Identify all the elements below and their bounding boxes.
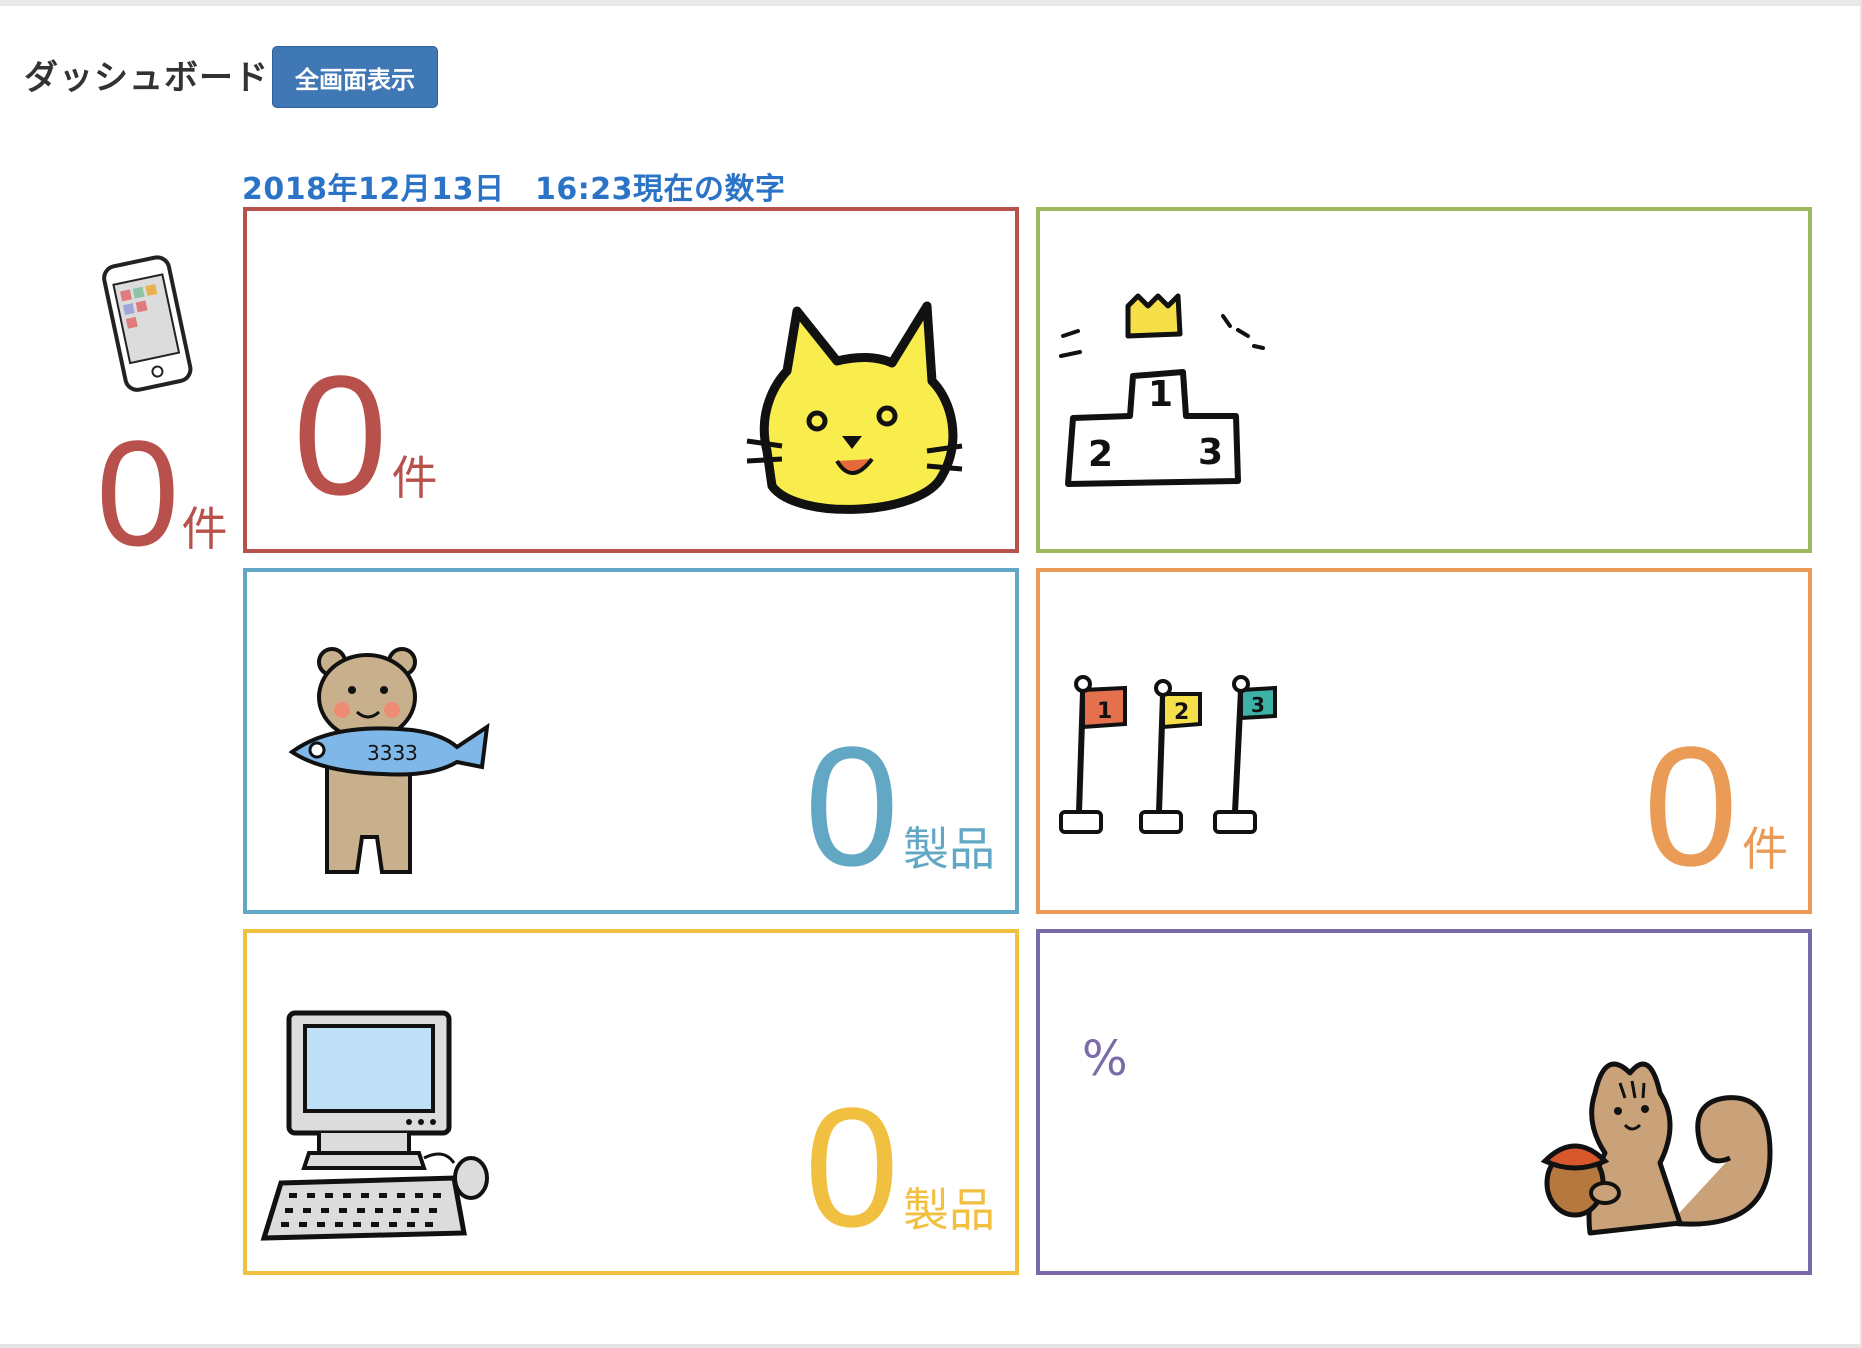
metric-3-unit: 製品: [903, 822, 995, 876]
side-metric-unit: 件: [181, 502, 228, 556]
side-metric-value: 0: [96, 409, 180, 577]
metric-4-unit: 件: [1742, 822, 1788, 876]
desktop-computer-icon: [260, 1010, 489, 1241]
svg-text:2: 2: [1174, 700, 1189, 725]
window-bottom-border: [0, 1344, 1862, 1348]
metric-1-value: 0: [293, 341, 388, 531]
metric-4-value: 0: [1643, 712, 1738, 902]
metric-1: 0件: [293, 351, 438, 521]
metric-1-unit: 件: [391, 451, 438, 505]
ranking-flags-icon: 1 2 3: [1059, 675, 1277, 834]
metric-card-5: 0製品: [243, 929, 1019, 1275]
svg-text:3: 3: [1251, 693, 1265, 717]
side-metric: 0件: [96, 418, 227, 568]
metric-card-1: 0件: [243, 207, 1019, 553]
metric-5: 0製品: [804, 1083, 995, 1253]
metric-4: 0件: [1643, 722, 1788, 892]
bear-with-fish-icon: 3333: [288, 647, 490, 874]
podium-icon: 1 2 3: [1059, 293, 1265, 487]
svg-text:3333: 3333: [367, 741, 418, 765]
cat-face-icon: [746, 301, 963, 514]
svg-text:3: 3: [1198, 432, 1223, 473]
svg-text:2: 2: [1088, 434, 1113, 475]
page-title: ダッシュボード: [24, 58, 269, 98]
metric-5-value: 0: [804, 1073, 899, 1263]
metric-6-percent: %: [1082, 1031, 1128, 1087]
metric-3-value: 0: [804, 712, 899, 902]
as-of-timestamp: 2018年12月13日 16:23現在の数字: [242, 172, 786, 207]
svg-text:1: 1: [1097, 699, 1112, 724]
metric-card-4: 1 2 3 0件: [1036, 568, 1812, 914]
metric-card-2: 1 2 3: [1036, 207, 1812, 553]
fullscreen-button[interactable]: 全画面表示: [272, 46, 438, 108]
squirrel-icon: [1540, 1061, 1773, 1236]
metric-5-unit: 製品: [903, 1183, 995, 1237]
metric-card-3: 3333 0製品: [243, 568, 1019, 914]
svg-text:1: 1: [1148, 374, 1173, 415]
smartphone-icon: [102, 255, 193, 392]
window-top-border: [0, 0, 1862, 6]
metric-3: 0製品: [804, 722, 995, 892]
metric-card-6: %: [1036, 929, 1812, 1275]
